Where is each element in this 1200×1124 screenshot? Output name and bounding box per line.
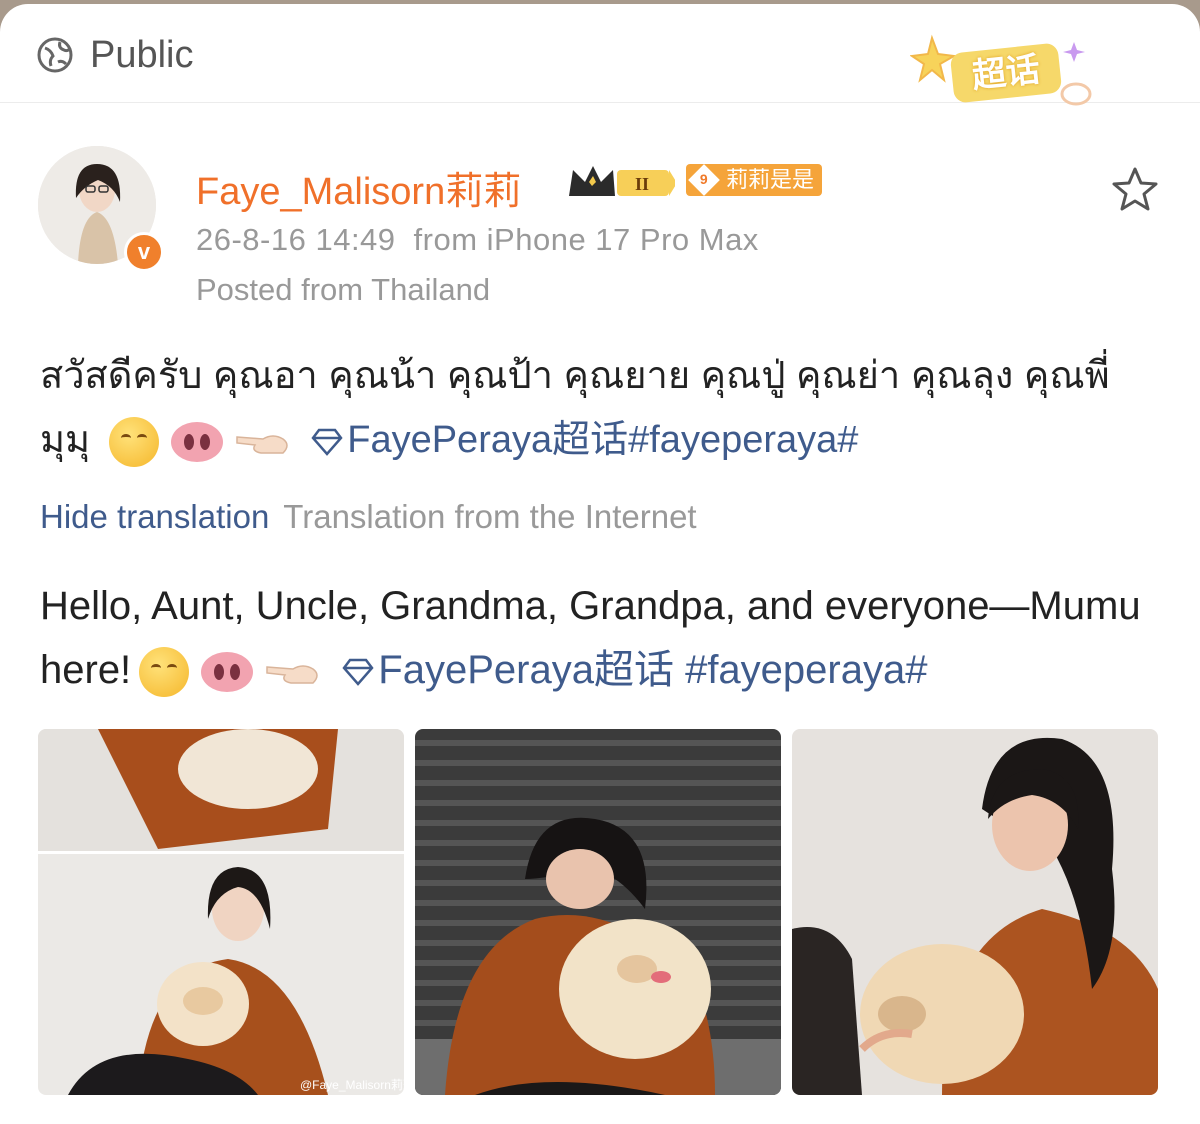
- post-timestamp: 26-8-16 14:49: [196, 222, 396, 257]
- pointing-hand-emoji-icon: [235, 435, 288, 454]
- post-card: Public 超话 v Faye_Malisorn莉莉 II 9 莉莉是是 26…: [0, 4, 1200, 1124]
- pig-nose-emoji-icon: [201, 652, 254, 693]
- post-location: Posted from Thailand: [196, 272, 491, 307]
- fan-club-badge[interactable]: 9 莉莉是是: [686, 164, 823, 196]
- post-original-text: สวัสดีครับ คุณอา คุณน้า คุณป้า คุณยาย คุ…: [40, 344, 1160, 472]
- diamond-icon: [311, 428, 343, 456]
- translation-row: Hide translation Translation from the Int…: [40, 498, 697, 536]
- diamond-icon: [342, 659, 374, 687]
- post-photo-2[interactable]: [415, 729, 781, 1095]
- post-meta: 26-8-16 14:49 from iPhone 17 Pro Max: [196, 222, 759, 258]
- topic-link[interactable]: FayePeraya超话#fayeperaya#: [309, 419, 858, 461]
- fan-level-icon: 9: [688, 164, 720, 196]
- vip-crown-icon[interactable]: II: [565, 160, 675, 204]
- post-photo-3[interactable]: [792, 729, 1158, 1095]
- author-name[interactable]: Faye_Malisorn莉莉: [196, 160, 521, 215]
- post-visibility-bar: Public 超话: [0, 4, 1200, 106]
- hide-translation-link[interactable]: Hide translation: [40, 498, 269, 535]
- smile-emoji-icon: [108, 416, 159, 467]
- visibility-label: Public: [90, 34, 194, 76]
- photo-watermark: @Faye_Malisorn莉莉: [300, 1078, 404, 1092]
- smile-emoji-icon: [139, 647, 190, 698]
- translation-source-label: Translation from the Internet: [283, 498, 697, 535]
- post-photo-1[interactable]: @Faye_Malisorn莉莉: [38, 729, 404, 1095]
- svg-text:II: II: [635, 174, 649, 194]
- pointing-hand-emoji-icon: [266, 665, 318, 685]
- post-source: from iPhone 17 Pro Max: [413, 222, 759, 257]
- globe-icon: [37, 37, 73, 73]
- verified-badge-icon: v: [124, 232, 164, 272]
- topic-link[interactable]: FayePeraya超话 #fayeperaya#: [340, 648, 927, 692]
- fan-badge-label: 莉莉是是: [726, 167, 815, 192]
- pig-nose-emoji-icon: [170, 421, 223, 462]
- post-translated-text: Hello, Aunt, Uncle, Grandma, Grandpa, an…: [40, 574, 1170, 702]
- favorite-star-icon[interactable]: [1112, 166, 1158, 212]
